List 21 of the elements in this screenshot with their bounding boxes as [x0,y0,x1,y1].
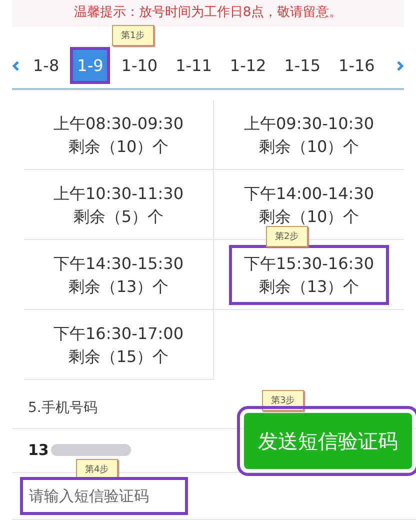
date-tab[interactable]: 1-10 [114,47,165,84]
time-slot[interactable]: 上午09:30-10:30 剩余（10）个 [229,104,389,164]
field-label: 5.手机号码 [28,398,98,417]
chevron-right-icon[interactable] [396,60,404,72]
step-callout: 第2步 [266,226,308,247]
step-callout: 第1步 [112,25,154,46]
time-slot[interactable]: 下午16:30-17:00 剩余（15）个 [38,314,198,374]
date-tab[interactable]: 1-8 [26,47,66,84]
chevron-left-icon[interactable] [12,60,20,72]
time-slot[interactable]: 上午10:30-11:30 剩余（5）个 [38,174,198,234]
notice-text: 温馨提示：放号时间为工作日8点，敬请留意。 [12,0,404,27]
step-callout: 第3步 [262,390,304,411]
code-input-field[interactable]: 请输入短信验证码 [20,476,188,515]
date-tab[interactable]: 1-12 [222,47,274,84]
time-slot[interactable]: 下午14:30-15:30 剩余（13）个 [38,244,198,304]
phone-number: 13 [28,441,49,460]
date-tab[interactable]: 1-15 [277,47,328,84]
date-tab[interactable]: 1-11 [168,47,219,84]
time-slot[interactable]: 上午08:30-09:30 剩余（10）个 [38,104,198,164]
time-slot[interactable]: 下午15:30-16:30 剩余（13）个 [229,244,389,304]
date-tab[interactable]: 1-16 [332,47,382,84]
